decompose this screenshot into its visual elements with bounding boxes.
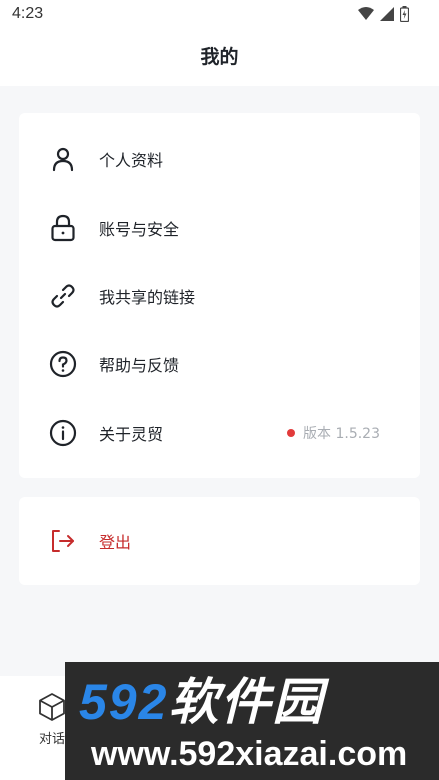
menu-item-label: 账号与安全 <box>99 220 180 239</box>
help-circle-icon <box>49 350 77 378</box>
status-bar: 4:23 <box>0 0 439 30</box>
battery-icon <box>400 6 409 22</box>
status-icons <box>358 6 409 22</box>
menu-item-label: 关于灵贸 <box>99 425 164 444</box>
menu-item-shared-links[interactable]: 我共享的链接 <box>19 262 420 330</box>
cube-icon <box>39 693 65 721</box>
update-dot-badge <box>287 429 296 437</box>
menu-item-about[interactable]: 关于灵贸 版本 1.5.23 <box>19 399 420 467</box>
settings-menu-card: 个人资料 账号与安全 我共享的链接 帮助与反馈 关于灵贸 版本 1.5.23 <box>19 113 420 478</box>
header: 我的 <box>0 30 439 86</box>
page-title: 我的 <box>200 46 239 68</box>
watermark-brand: 592软件园 <box>79 676 324 728</box>
menu-item-help-feedback[interactable]: 帮助与反馈 <box>19 330 420 398</box>
status-time: 4:23 <box>12 5 44 22</box>
menu-item-label: 我共享的链接 <box>99 288 196 307</box>
menu-item-label: 帮助与反馈 <box>99 356 180 375</box>
logout-card: 登出 <box>19 497 420 585</box>
link-icon <box>49 282 77 310</box>
user-icon <box>49 145 77 173</box>
logout-button[interactable]: 登出 <box>19 507 420 575</box>
wifi-icon <box>358 7 374 20</box>
menu-item-account-security[interactable]: 账号与安全 <box>19 194 420 262</box>
menu-item-profile[interactable]: 个人资料 <box>19 125 420 193</box>
logout-icon <box>49 527 77 555</box>
version-info: 版本 1.5.23 <box>287 423 380 443</box>
info-icon <box>49 419 77 447</box>
menu-item-label: 个人资料 <box>99 151 164 170</box>
lock-icon <box>49 214 77 242</box>
logout-label: 登出 <box>99 533 132 552</box>
watermark-overlay: 592软件园 www.592xiazai.com <box>65 662 439 780</box>
watermark-brand-number: 592 <box>79 674 169 730</box>
watermark-url: www.592xiazai.com <box>91 735 408 773</box>
signal-icon <box>380 7 394 21</box>
watermark-brand-text: 软件园 <box>168 674 325 730</box>
version-label: 版本 1.5.23 <box>303 426 380 442</box>
